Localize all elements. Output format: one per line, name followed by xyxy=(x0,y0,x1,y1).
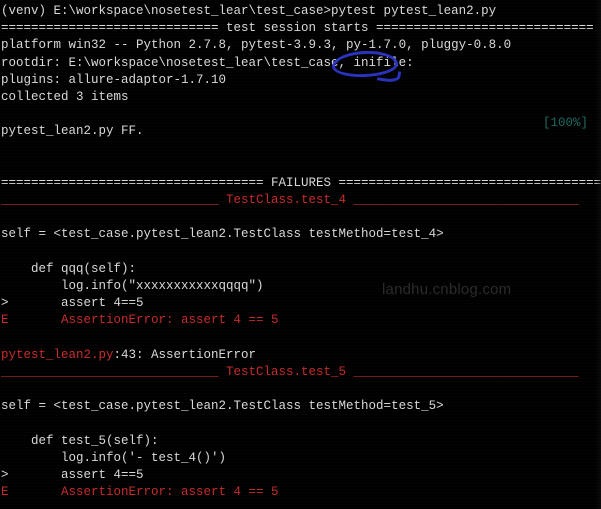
terminal-line: (venv) E:\workspace\nosetest_lear\test_c… xyxy=(1,3,601,20)
terminal-line-text xyxy=(1,417,9,431)
terminal-line: =================================== FAIL… xyxy=(1,175,601,192)
terminal-line: def test_5(self): xyxy=(1,433,601,450)
terminal-line-text: > assert 4==5 xyxy=(1,468,144,483)
terminal-line-text: self = <test_case.pytest_lean2.TestClass… xyxy=(1,227,444,242)
terminal-line-text: collected 3 items xyxy=(1,89,129,104)
terminal-line: _____________________________ TestClass.… xyxy=(1,192,601,209)
terminal-line-text: _____________________________ TestClass.… xyxy=(1,193,579,208)
terminal-line-text: _____________________________ TestClass.… xyxy=(1,364,579,379)
terminal-line: log.info('- test_4()') xyxy=(1,450,601,467)
terminal-line-detail: :43: AssertionError xyxy=(113,347,257,362)
terminal-line-text: E AssertionError: assert 4 == 5 xyxy=(1,485,279,500)
terminal-line: log.info("xxxxxxxxxxxqqqq") xyxy=(1,278,601,295)
progress-percent-label: [100%] xyxy=(542,116,588,130)
terminal-line: > assert 4==5 xyxy=(1,295,601,312)
terminal-line xyxy=(1,330,601,347)
terminal-line: _____________________________ TestClass.… xyxy=(1,364,601,381)
terminal-line: platform win32 -- Python 2.7.8, pytest-3… xyxy=(1,37,601,54)
terminal-line xyxy=(1,209,601,226)
terminal-line-text xyxy=(1,245,9,259)
terminal-line-text: > assert 4==5 xyxy=(1,296,144,311)
terminal-line-text xyxy=(1,210,9,224)
terminal-line: collected 3 items xyxy=(1,89,601,106)
terminal-line-text: log.info("xxxxxxxxxxxqqqq") xyxy=(1,279,264,293)
terminal-line xyxy=(1,244,601,261)
terminal-line-text xyxy=(1,502,9,509)
terminal-line-text: pytest_lean2.py FF. xyxy=(1,124,144,139)
terminal-line-text: rootdir: E:\workspace\nosetest_lear\test… xyxy=(1,55,414,70)
terminal-line-text: ============================= test sessi… xyxy=(1,21,594,36)
terminal-line xyxy=(1,158,601,175)
terminal-line: > assert 4==5 xyxy=(1,467,601,484)
terminal-window[interactable]: (venv) E:\workspace\nosetest_lear\test_c… xyxy=(0,0,601,509)
terminal-line-text xyxy=(1,331,9,345)
terminal-line xyxy=(1,381,601,398)
terminal-line-text: platform win32 -- Python 2.7.8, pytest-3… xyxy=(1,38,512,53)
terminal-line: E AssertionError: assert 4 == 5 xyxy=(1,312,601,329)
terminal-line xyxy=(1,141,601,158)
terminal-line-text xyxy=(1,107,9,121)
progress-percent-badge: [100%] xyxy=(543,115,588,132)
terminal-line xyxy=(1,501,601,509)
terminal-line-text: self = <test_case.pytest_lean2.TestClass… xyxy=(1,399,444,414)
terminal-line-text: plugins: allure-adaptor-1.7.10 xyxy=(1,72,227,87)
terminal-line-text: =================================== FAIL… xyxy=(1,175,601,190)
terminal-line-text xyxy=(1,382,9,396)
terminal-line xyxy=(1,106,601,123)
terminal-line: def qqq(self): xyxy=(1,261,601,278)
terminal-line-filename: pytest_lean2.py xyxy=(1,347,114,362)
terminal-line-text xyxy=(1,159,9,173)
terminal-line: rootdir: E:\workspace\nosetest_lear\test… xyxy=(1,55,601,72)
terminal-output[interactable]: (venv) E:\workspace\nosetest_lear\test_c… xyxy=(1,3,601,509)
terminal-line: pytest_lean2.py FF. xyxy=(1,123,601,140)
terminal-line: self = <test_case.pytest_lean2.TestClass… xyxy=(1,226,601,243)
terminal-line xyxy=(1,416,601,433)
terminal-line-text: log.info('- test_4()') xyxy=(1,450,227,465)
terminal-line-text: (venv) E:\workspace\nosetest_lear\test_c… xyxy=(1,4,497,18)
terminal-line-text: def test_5(self): xyxy=(1,433,159,448)
terminal-line: ============================= test sessi… xyxy=(1,20,601,37)
terminal-line: plugins: allure-adaptor-1.7.10 xyxy=(1,72,601,89)
terminal-line: E AssertionError: assert 4 == 5 xyxy=(1,484,601,501)
terminal-line-text xyxy=(1,142,9,156)
terminal-line: self = <test_case.pytest_lean2.TestClass… xyxy=(1,398,601,415)
terminal-line-text: def qqq(self): xyxy=(1,261,137,276)
terminal-line: pytest_lean2.py:43: AssertionError xyxy=(1,347,601,364)
terminal-line-text: E AssertionError: assert 4 == 5 xyxy=(1,313,279,328)
